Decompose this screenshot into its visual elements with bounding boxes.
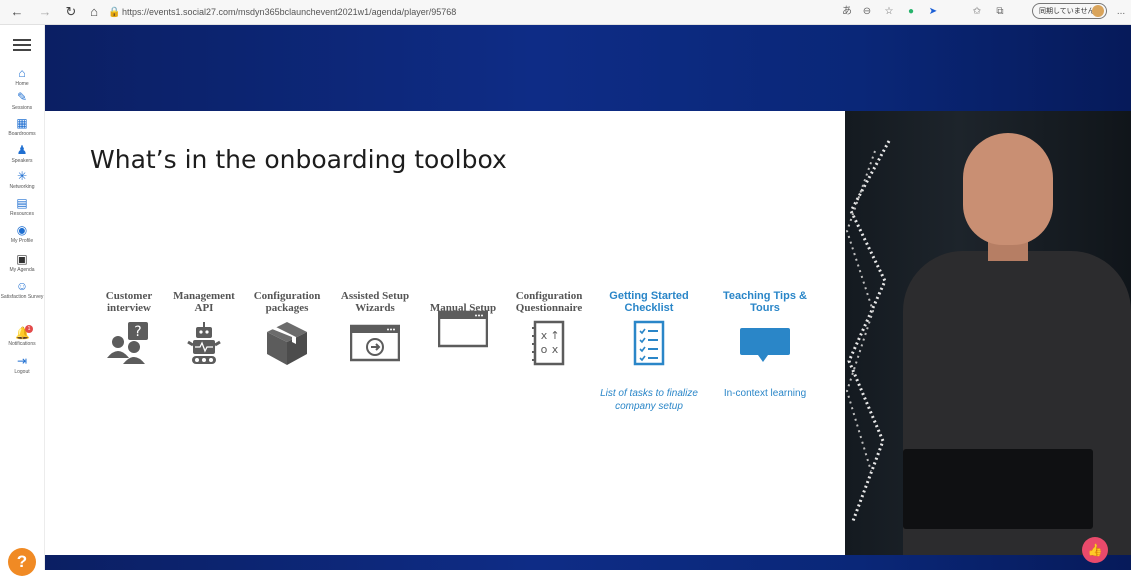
read-aloud-icon[interactable]: あ bbox=[840, 5, 854, 19]
speech-bubble-icon bbox=[740, 320, 790, 366]
collections-icon[interactable]: ⧉ bbox=[993, 5, 1007, 19]
notification-badge: 1 bbox=[25, 325, 33, 333]
sidebar: ⌂ Home ✎ Sessions ▦ Boardrooms ♟ Speakers ✳ N… bbox=[0, 25, 45, 576]
lock-icon: 🔒 bbox=[108, 7, 121, 18]
sidebar-item-speakers[interactable]: ♟ Speakers bbox=[0, 144, 44, 165]
tool-getting-started-checklist: Getting Started Checklist bbox=[599, 288, 699, 366]
refresh-icon[interactable]: ↻ bbox=[62, 3, 80, 21]
favorites-icon[interactable]: ✩ bbox=[970, 5, 984, 19]
calendar-icon: ▣ bbox=[16, 252, 28, 266]
tool-manual-setup: Manual Setup bbox=[423, 288, 503, 352]
back-icon[interactable]: ← bbox=[8, 3, 26, 21]
help-button[interactable]: ? bbox=[8, 548, 36, 576]
profile-button[interactable]: 同期していません bbox=[1032, 3, 1107, 19]
robot-icon bbox=[179, 320, 229, 366]
sidebar-item-boardrooms[interactable]: ▦ Boardrooms bbox=[0, 117, 44, 138]
extension-green-icon[interactable]: ● bbox=[904, 5, 918, 19]
svg-text:x: x bbox=[541, 329, 548, 342]
sidebar-item-notifications[interactable]: 🔔 1 Notifications bbox=[0, 325, 44, 348]
sidebar-item-home[interactable]: ⌂ Home bbox=[0, 67, 44, 88]
boardroom-icon: ▦ bbox=[16, 116, 28, 130]
tool-management-api: Management API bbox=[167, 288, 241, 366]
sidebar-item-resources[interactable]: ▤ Resources bbox=[0, 197, 44, 218]
presenter-head bbox=[963, 133, 1053, 245]
tool-assisted-setup-wizards: Assisted Setup Wizards bbox=[333, 288, 417, 366]
speaker-icon: ♟ bbox=[16, 143, 28, 157]
forward-icon[interactable]: → bbox=[36, 3, 54, 21]
address-bar[interactable]: 🔒 https://events1.social27.com/msdyn365bc… bbox=[108, 3, 808, 21]
stage-lights bbox=[845, 140, 891, 522]
checklist-description: List of tasks to finalize company setup bbox=[600, 388, 698, 412]
sidebar-item-sessions[interactable]: ✎ Sessions bbox=[0, 91, 44, 112]
presenter-video bbox=[845, 111, 1131, 555]
like-button[interactable]: 👍 bbox=[1082, 537, 1108, 563]
network-icon: ✳ bbox=[16, 169, 28, 183]
sidebar-item-profile[interactable]: ◉ My Profile bbox=[0, 224, 44, 245]
teaching-description: In-context learning bbox=[723, 388, 807, 399]
browser-toolbar: ← → ↻ ⌂ 🔒 https://events1.social27.com/ms… bbox=[0, 0, 1131, 25]
tool-teaching-tips-tours: Teaching Tips & Tours bbox=[715, 288, 815, 366]
extension-arrow-icon[interactable]: ➤ bbox=[926, 5, 940, 19]
svg-text:x: x bbox=[552, 343, 559, 356]
url-text: https://events1.social27.com/msdyn365bcl… bbox=[122, 7, 457, 17]
home-icon: ⌂ bbox=[18, 66, 26, 80]
menu-icon[interactable] bbox=[13, 39, 31, 53]
wizard-window-icon bbox=[349, 320, 401, 366]
home-icon[interactable]: ⌂ bbox=[85, 3, 103, 21]
svg-text:?: ? bbox=[134, 324, 141, 340]
tool-customer-interview: Customer interview ? bbox=[95, 288, 163, 366]
sidebar-item-logout[interactable]: ⇥ Logout bbox=[0, 355, 44, 376]
video-stage: What’s in the onboarding toolbox Custome… bbox=[45, 25, 1131, 570]
tool-configuration-questionnaire: Configuration Questionnaire x ↑ o x bbox=[503, 288, 595, 366]
checklist-icon bbox=[624, 320, 674, 366]
survey-icon: ☺ bbox=[15, 279, 29, 293]
profile-icon: ◉ bbox=[16, 223, 28, 237]
tool-configuration-packages: Configuration packages bbox=[245, 288, 329, 366]
avatar bbox=[1092, 5, 1104, 17]
presentation-slide: What’s in the onboarding toolbox Custome… bbox=[45, 111, 845, 555]
pencil-icon: ✎ bbox=[16, 90, 28, 104]
people-question-icon: ? bbox=[104, 320, 154, 366]
svg-text:↑: ↑ bbox=[550, 329, 559, 342]
sidebar-item-networking[interactable]: ✳ Networking bbox=[0, 170, 44, 191]
sidebar-item-agenda[interactable]: ▣ My Agenda bbox=[0, 253, 44, 274]
laptop bbox=[903, 449, 1093, 529]
profile-label: 同期していません bbox=[1039, 8, 1095, 15]
package-icon bbox=[262, 320, 312, 366]
favorite-add-icon[interactable]: ☆ bbox=[882, 5, 896, 19]
zoom-icon[interactable]: ⊖ bbox=[860, 5, 874, 19]
slide-title: What’s in the onboarding toolbox bbox=[90, 145, 507, 174]
logout-icon: ⇥ bbox=[16, 354, 28, 368]
more-icon[interactable]: ... bbox=[1114, 5, 1128, 19]
resources-icon: ▤ bbox=[16, 196, 28, 210]
sidebar-item-survey[interactable]: ☺ Satisfaction Survey bbox=[0, 280, 44, 301]
window-icon bbox=[437, 306, 489, 352]
svg-text:o: o bbox=[541, 343, 548, 356]
thumbs-up-icon: 👍 bbox=[1087, 543, 1103, 557]
questionnaire-icon: x ↑ o x bbox=[524, 320, 574, 366]
